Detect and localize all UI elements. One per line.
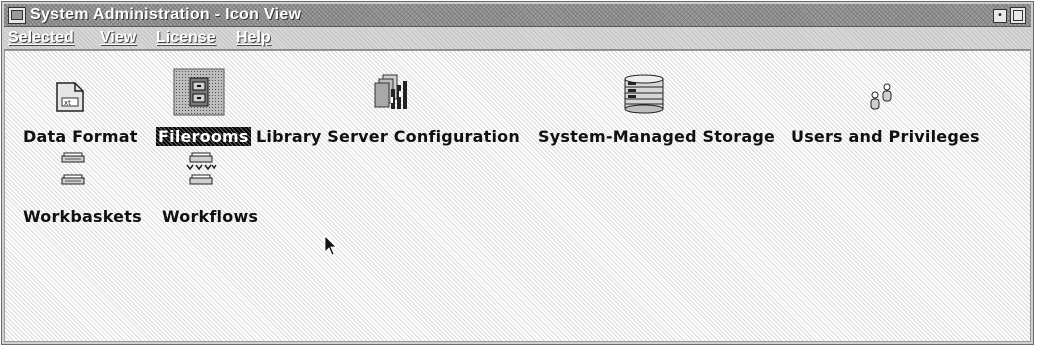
workbasket-trays-icon [61, 152, 85, 185]
workflow-trays-icon [186, 152, 217, 185]
library-server-icon [374, 74, 407, 109]
system-administration-window: System Administration - Icon View • Sele… [1, 1, 1034, 345]
icon-label: Workflows [162, 207, 259, 226]
menu-view[interactable]: View [100, 29, 136, 47]
storage-drum-icon [624, 74, 664, 114]
icon-label-selected: Filerooms [156, 127, 251, 146]
icon-label: System-Managed Storage [538, 127, 776, 146]
svg-text:xt: xt [64, 99, 71, 107]
menu-license[interactable]: License [156, 29, 216, 47]
icon-view-area: xt Data Format Filerooms Library Server … [4, 50, 1031, 342]
icon-label: Workbaskets [23, 207, 142, 226]
document-icon: xt [56, 82, 84, 112]
icon-label: Library Server Configuration [256, 127, 520, 146]
system-menu-icon[interactable] [8, 7, 26, 24]
users-icon [870, 83, 892, 110]
icon-label: Data Format [23, 127, 138, 146]
menu-bar: Selected View License Help [4, 27, 1031, 50]
fileroom-cabinet-icon [173, 68, 225, 116]
icon-label: Users and Privileges [791, 127, 980, 146]
title-bar[interactable]: System Administration - Icon View • [4, 4, 1031, 27]
minimize-button[interactable]: • [993, 9, 1007, 23]
menu-selected[interactable]: Selected [8, 29, 74, 47]
mouse-pointer-icon [324, 235, 337, 256]
menu-help[interactable]: Help [236, 29, 271, 47]
maximize-button[interactable] [1010, 7, 1026, 24]
window-title: System Administration - Icon View [30, 6, 302, 23]
